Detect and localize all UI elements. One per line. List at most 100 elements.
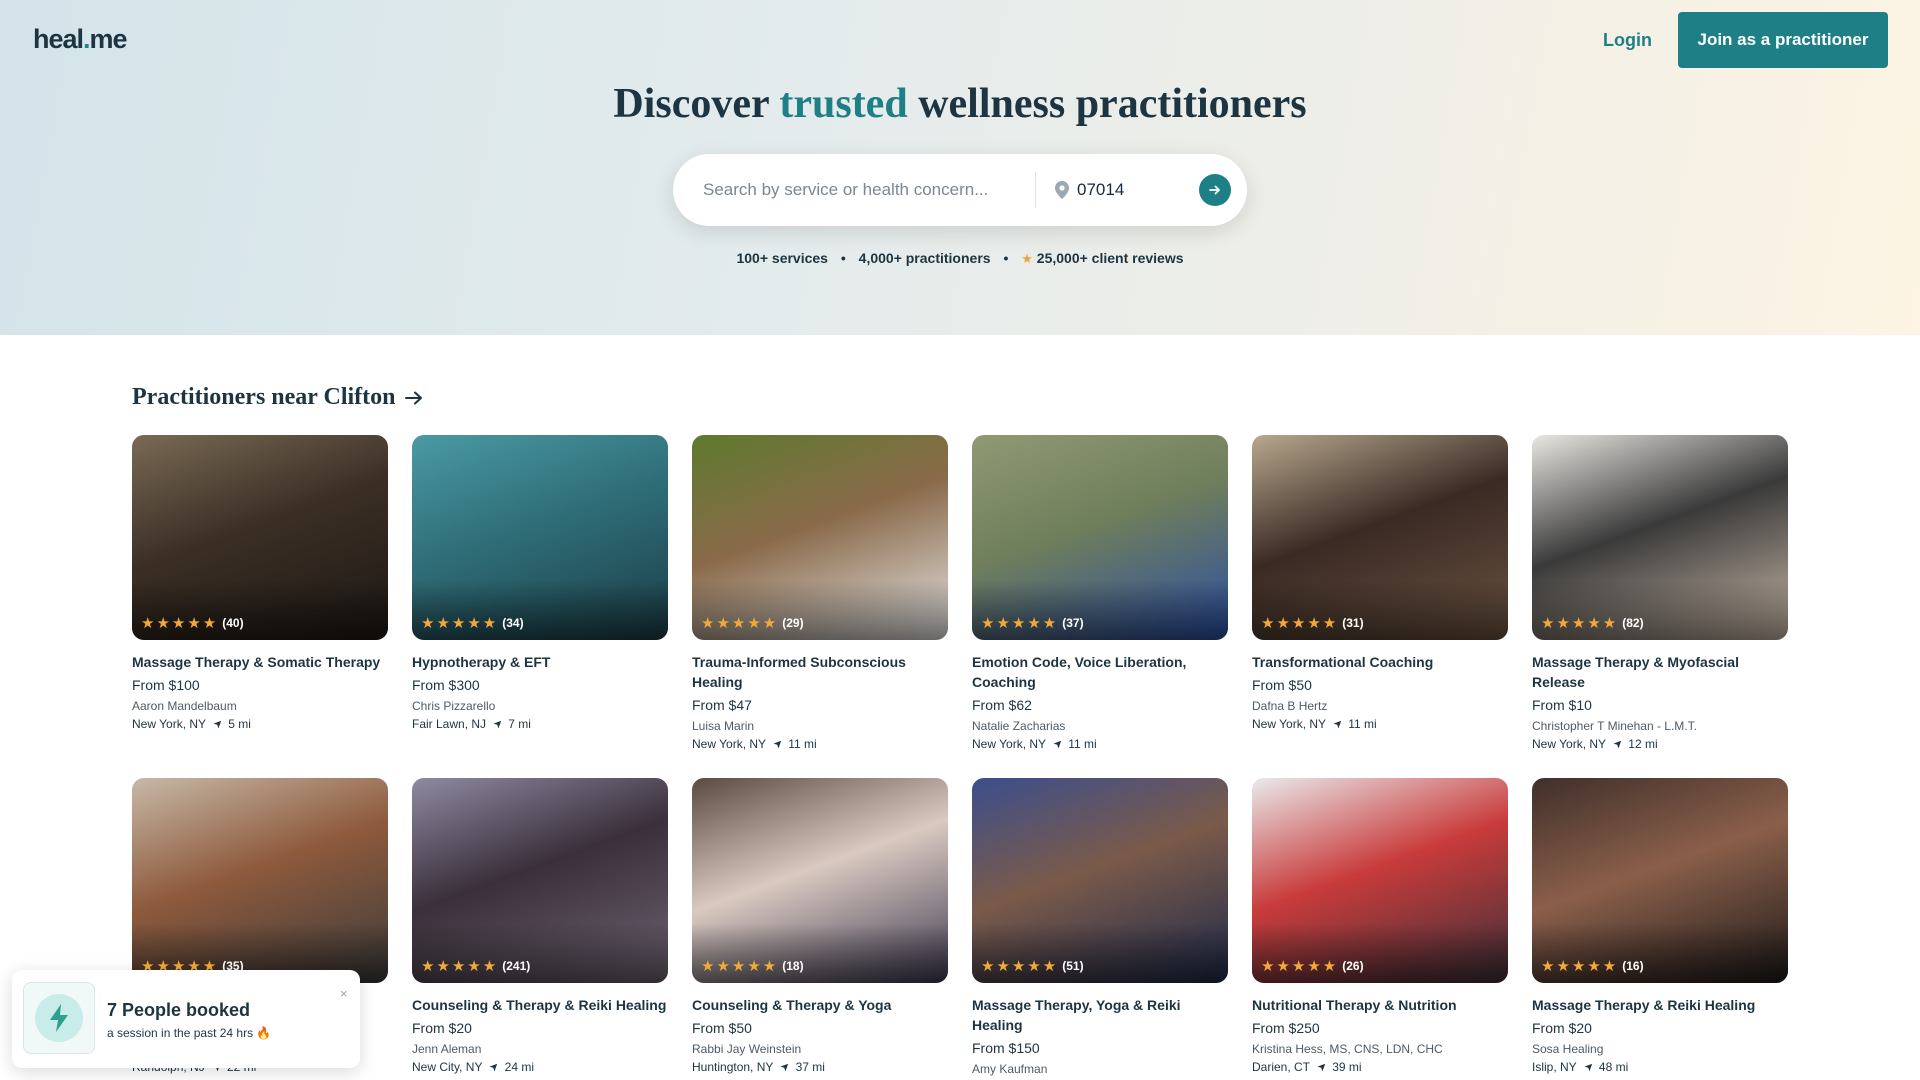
- star-rating-icon: ★★★★★: [421, 615, 499, 632]
- card-title[interactable]: Massage Therapy & Myofascial Release: [1532, 652, 1788, 692]
- review-count: (82): [1622, 616, 1644, 630]
- rating: ★★★★★ (31): [1261, 614, 1364, 632]
- practitioner-card[interactable]: ★★★★★ (18) Counseling & Therapy & Yoga From…: [692, 778, 948, 1076]
- card-price: From $62: [972, 697, 1032, 713]
- star-rating-icon: ★★★★★: [421, 958, 499, 975]
- card-title[interactable]: Trauma-Informed Subconscious Healing: [692, 652, 948, 692]
- practitioner-card[interactable]: ★★★★★ (31) Transformational Coaching From $…: [1252, 435, 1508, 733]
- card-distance: 11 mi: [1068, 737, 1097, 751]
- practitioner-photo[interactable]: ★★★★★ (16): [1532, 778, 1788, 983]
- practitioner-photo[interactable]: ★★★★★ (51): [972, 778, 1228, 983]
- toast-title: 7 People booked: [107, 1000, 251, 1020]
- navigation-arrow-icon: ➤: [1331, 716, 1347, 732]
- booking-toast: 7 People booked a session in the past 24…: [12, 970, 360, 1068]
- practitioner-card[interactable]: ★★★★★ (241) Counseling & Therapy & Reiki H…: [412, 778, 668, 1076]
- card-city: New City, NY: [412, 1060, 483, 1074]
- lightning-bolt-icon: [50, 1004, 68, 1032]
- section-title-link[interactable]: Practitioners near Clifton: [132, 384, 424, 411]
- navigation-arrow-icon: ➤: [1315, 1059, 1331, 1075]
- practitioner-card[interactable]: ★★★★★ (26) Nutritional Therapy & Nutrition…: [1252, 778, 1508, 1076]
- practitioner-photo[interactable]: ★★★★★ (18): [692, 778, 948, 983]
- card-distance: 39 mi: [1332, 1060, 1362, 1074]
- card-title[interactable]: Counseling & Therapy & Yoga: [692, 995, 948, 1015]
- search-input[interactable]: [703, 174, 1033, 206]
- star-rating-icon: ★★★★★: [1261, 958, 1339, 975]
- card-distance: 11 mi: [1348, 717, 1377, 731]
- practitioner-name: Aaron Mandelbaum: [132, 699, 237, 713]
- card-price: From $150: [972, 1040, 1040, 1056]
- practitioner-photo[interactable]: ★★★★★ (82): [1532, 435, 1788, 640]
- card-location: New York, NY ➤ 11 mi: [1252, 715, 1508, 733]
- practitioner-photo[interactable]: ★★★★★ (37): [972, 435, 1228, 640]
- card-title[interactable]: Counseling & Therapy & Reiki Healing: [412, 995, 668, 1015]
- location-pin-icon: [1055, 181, 1069, 199]
- practitioner-photo[interactable]: ★★★★★ (40): [132, 435, 388, 640]
- card-city: Huntington, NY: [692, 1060, 774, 1074]
- logo[interactable]: heal.me: [33, 24, 128, 55]
- card-title[interactable]: Nutritional Therapy & Nutrition: [1252, 995, 1508, 1015]
- review-count: (26): [1342, 959, 1364, 973]
- card-location: New City, NY ➤ 24 mi: [412, 1058, 668, 1076]
- card-price: From $50: [1252, 677, 1312, 693]
- review-count: (31): [1342, 616, 1364, 630]
- rating: ★★★★★ (37): [981, 614, 1084, 632]
- search-submit-button[interactable]: [1199, 174, 1231, 206]
- practitioner-name: Amy Kaufman: [972, 1062, 1048, 1076]
- practitioner-photo[interactable]: ★★★★★ (31): [1252, 435, 1508, 640]
- card-price: From $250: [1252, 1020, 1320, 1036]
- hero: heal.me Login Join as a practitioner Dis…: [0, 0, 1920, 335]
- login-link[interactable]: Login: [1603, 30, 1652, 51]
- practitioner-card[interactable]: ★★★★★ (29) Trauma-Informed Subconscious He…: [692, 435, 948, 753]
- card-distance: 12 mi: [1628, 737, 1658, 751]
- review-count: (18): [782, 959, 804, 973]
- practitioner-name: Kristina Hess, MS, CNS, LDN, CHC: [1252, 1042, 1443, 1056]
- zip-code-input[interactable]: [1077, 174, 1187, 206]
- card-title[interactable]: Transformational Coaching: [1252, 652, 1508, 672]
- practitioner-photo[interactable]: ★★★★★ (34): [412, 435, 668, 640]
- practitioner-card[interactable]: ★★★★★ (37) Emotion Code, Voice Liberation,…: [972, 435, 1228, 753]
- review-count: (40): [222, 616, 244, 630]
- search-bar: [673, 154, 1247, 226]
- stats-line: 100+ services • 4,000+ practitioners • ★…: [0, 250, 1920, 267]
- card-city: Islip, NY: [1532, 1060, 1577, 1074]
- close-icon[interactable]: ×: [340, 986, 348, 1001]
- card-location: New York, NY ➤ 5 mi: [132, 715, 388, 733]
- rating: ★★★★★ (82): [1541, 614, 1644, 632]
- practitioner-photo[interactable]: ★★★★★ (241): [412, 778, 668, 983]
- navigation-arrow-icon: ➤: [211, 716, 227, 732]
- rating: ★★★★★ (26): [1261, 957, 1364, 975]
- practitioner-photo[interactable]: ★★★★★ (29): [692, 435, 948, 640]
- navigation-arrow-icon: ➤: [771, 736, 787, 752]
- card-title[interactable]: Massage Therapy, Yoga & Reiki Healing: [972, 995, 1228, 1035]
- practitioner-photo[interactable]: ★★★★★ (35): [132, 778, 388, 983]
- card-location: Darien, CT ➤ 39 mi: [1252, 1058, 1508, 1076]
- card-city: New York, NY: [972, 737, 1047, 751]
- star-rating-icon: ★★★★★: [981, 958, 1059, 975]
- card-title[interactable]: Massage Therapy & Reiki Healing: [1532, 995, 1788, 1015]
- practitioner-name: Natalie Zacharias: [972, 719, 1066, 733]
- practitioner-card[interactable]: ★★★★★ (16) Massage Therapy & Reiki Healing…: [1532, 778, 1788, 1076]
- practitioner-card[interactable]: ★★★★★ (34) Hypnotherapy & EFT From $300 Chri…: [412, 435, 668, 733]
- card-location: Islip, NY ➤ 48 mi: [1532, 1058, 1788, 1076]
- star-rating-icon: ★★★★★: [1541, 958, 1619, 975]
- practitioner-photo[interactable]: ★★★★★ (26): [1252, 778, 1508, 983]
- practitioner-card[interactable]: ★★★★★ (40) Massage Therapy & Somatic Thera…: [132, 435, 388, 733]
- practitioner-name: Luisa Marin: [692, 719, 755, 733]
- review-count: (34): [502, 616, 524, 630]
- divider: [1035, 172, 1036, 208]
- section-title: Practitioners near Clifton: [132, 384, 396, 410]
- review-count: (241): [502, 959, 531, 973]
- card-city: New York, NY: [1532, 737, 1607, 751]
- join-practitioner-button[interactable]: Join as a practitioner: [1678, 12, 1888, 68]
- card-title[interactable]: Emotion Code, Voice Liberation, Coaching: [972, 652, 1228, 692]
- navigation-arrow-icon: ➤: [1611, 736, 1627, 752]
- card-location: New York, NY ➤ 12 mi: [1532, 735, 1788, 753]
- card-title[interactable]: Hypnotherapy & EFT: [412, 652, 668, 672]
- navigation-arrow-icon: ➤: [1051, 736, 1067, 752]
- practitioner-card[interactable]: ★★★★★ (82) Massage Therapy & Myofascial Re…: [1532, 435, 1788, 753]
- card-price: From $47: [692, 697, 752, 713]
- bullet: •: [1003, 250, 1009, 266]
- card-title[interactable]: Massage Therapy & Somatic Therapy: [132, 652, 388, 672]
- practitioner-card[interactable]: ★★★★★ (51) Massage Therapy, Yoga & Reiki H…: [972, 778, 1228, 1078]
- rating: ★★★★★ (51): [981, 957, 1084, 975]
